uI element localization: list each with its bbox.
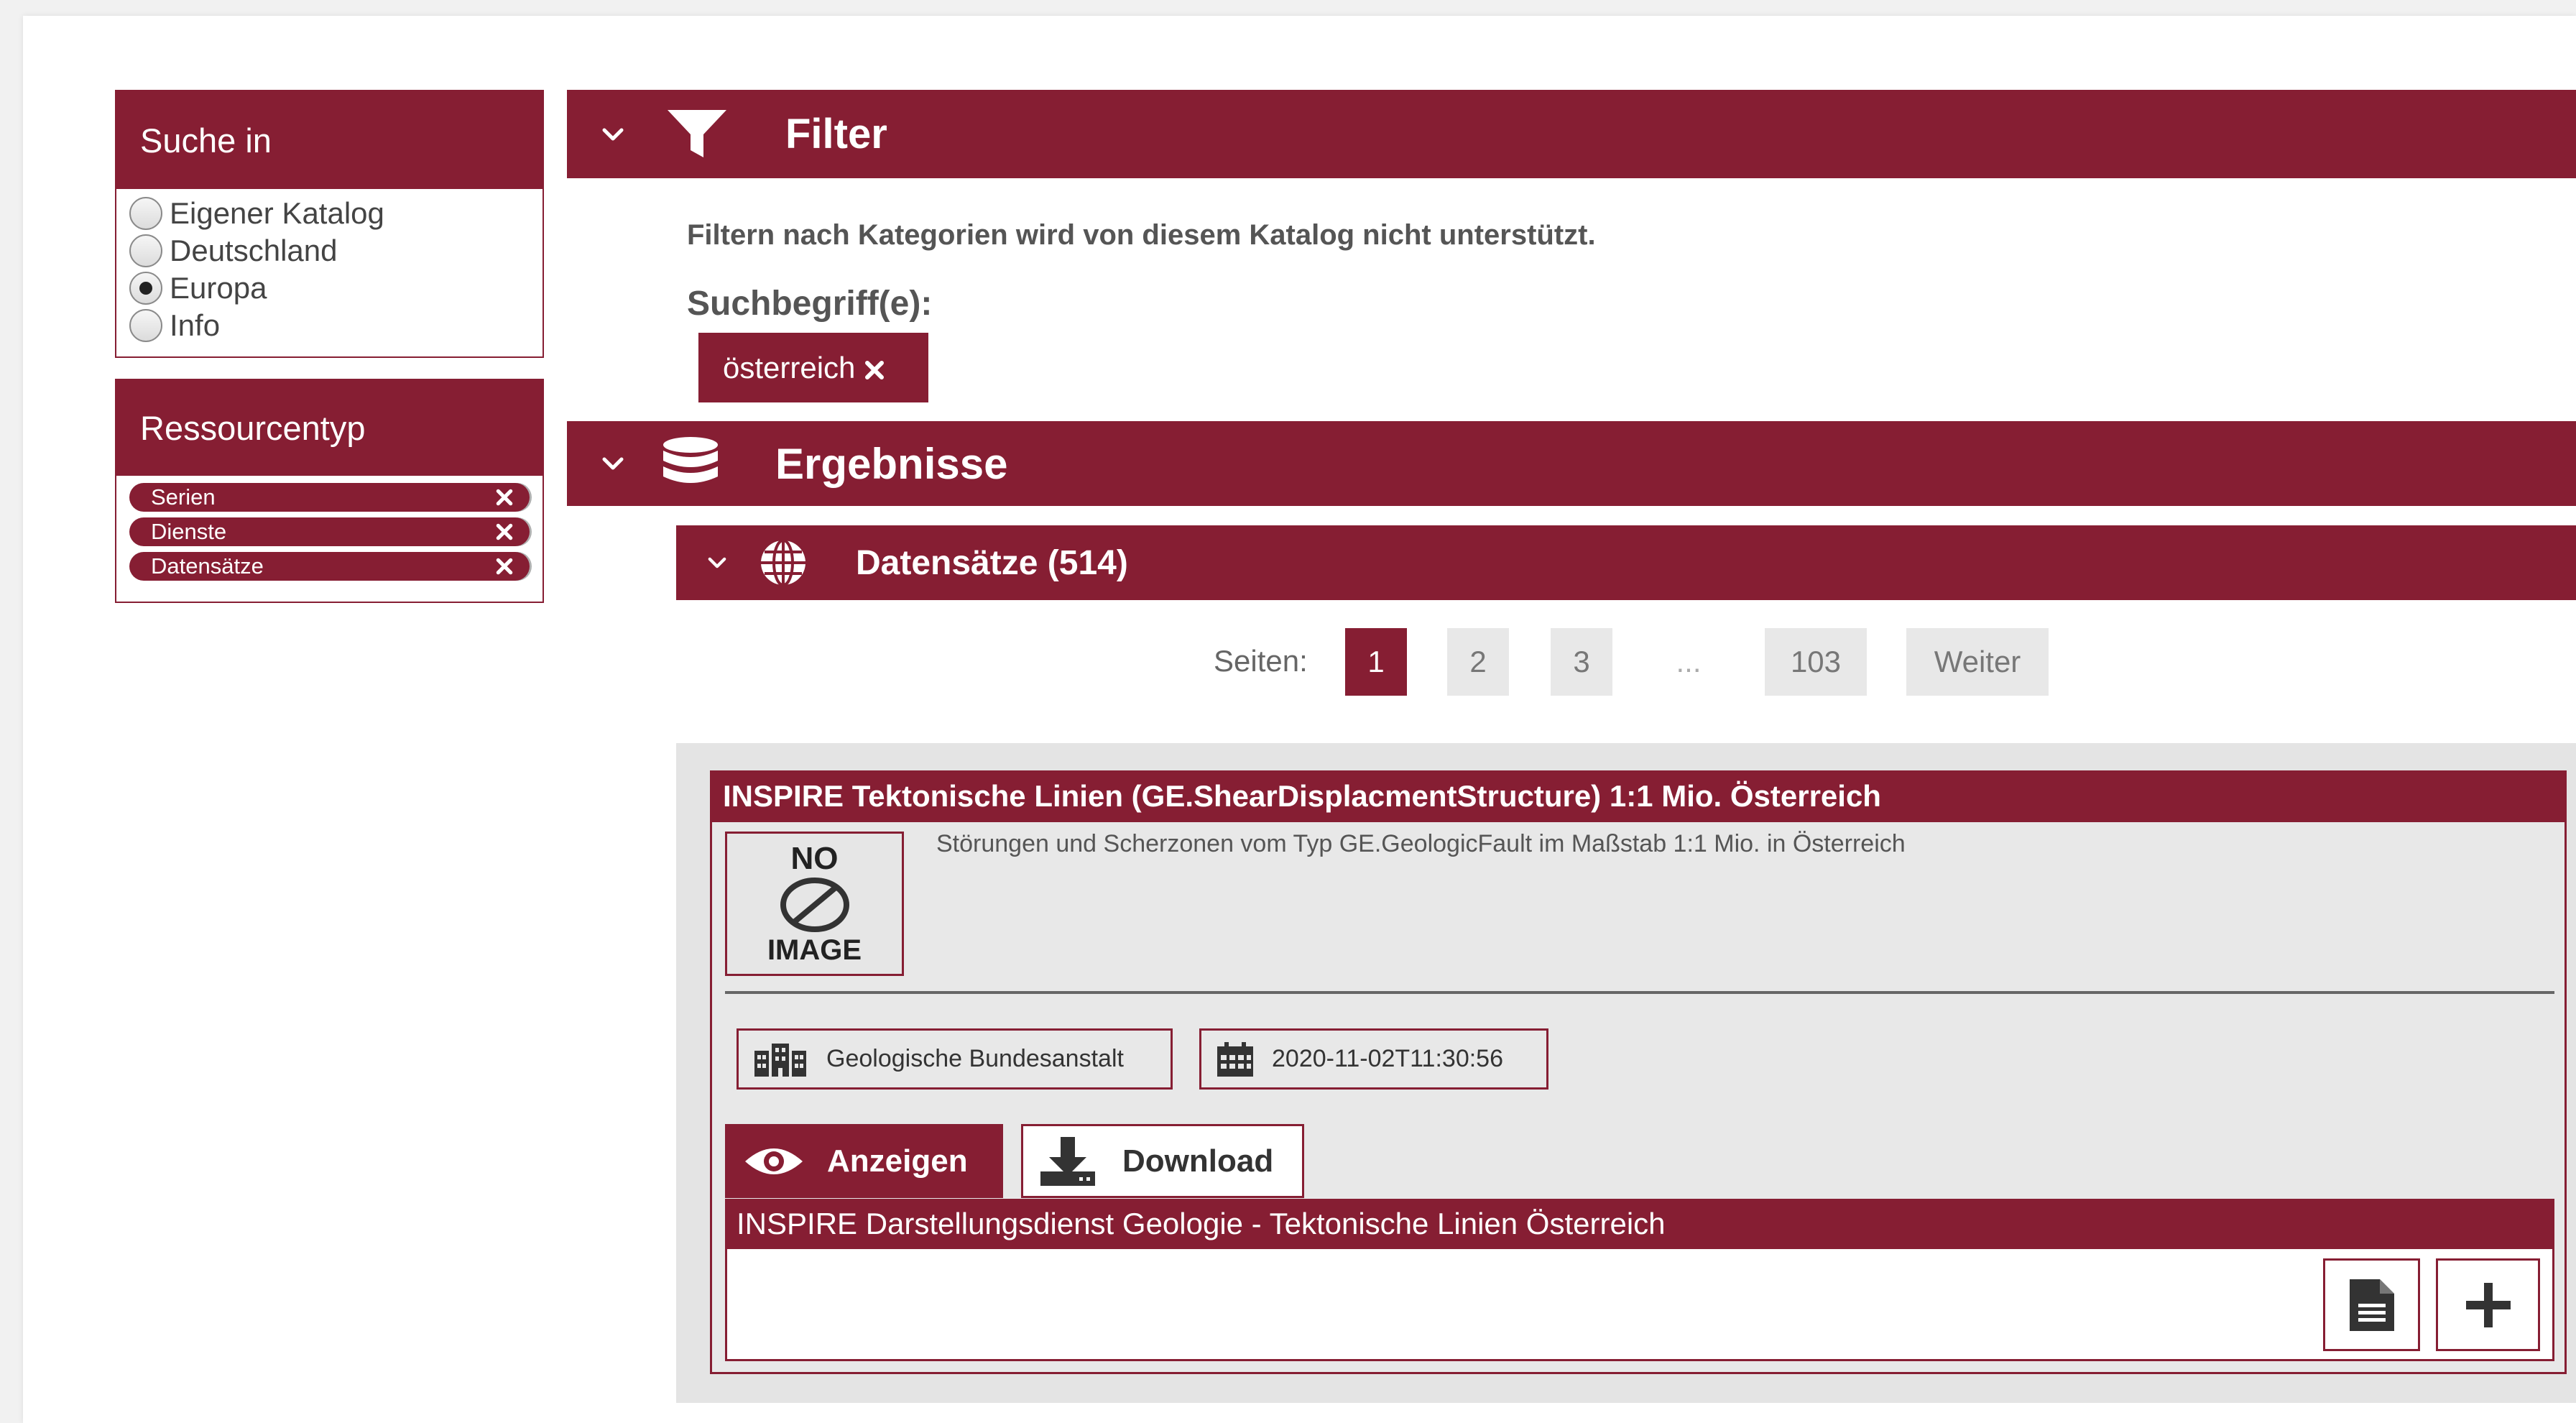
calendar-icon <box>1217 1041 1253 1077</box>
funnel-icon <box>668 109 726 157</box>
search-scope-option[interactable]: Europa <box>116 270 543 307</box>
filter-header[interactable]: Filter <box>567 90 2576 178</box>
search-scope-option[interactable]: Eigener Katalog <box>116 195 543 232</box>
resource-type-tag-label: Dienste <box>151 519 227 544</box>
service-panel <box>725 1249 2554 1361</box>
chevron-down-icon[interactable] <box>599 120 627 149</box>
record-description: Störungen und Scherzonen vom Typ GE.Geol… <box>936 830 1906 857</box>
radio-unselected[interactable] <box>129 234 162 267</box>
filter-title: Filter <box>785 111 887 157</box>
search-scope-option-label: Deutschland <box>170 234 338 267</box>
remove-tag-icon[interactable] <box>495 488 514 507</box>
page-button-2[interactable]: 2 <box>1447 628 1509 696</box>
pagination-label: Seiten: <box>1214 644 1308 678</box>
page-button-103[interactable]: 103 <box>1765 628 1867 696</box>
results-header[interactable]: Ergebnisse <box>567 421 2576 506</box>
search-term-text: österreich <box>723 350 856 384</box>
pagination-ellipsis: ... <box>1676 645 1702 678</box>
resource-type-tags: Serien Dienste Datensätze <box>116 476 543 581</box>
record-date: 2020-11-02T11:30:56 <box>1272 1045 1503 1072</box>
resource-type-tag[interactable]: Serien <box>129 483 530 512</box>
resource-type-tag[interactable]: Dienste <box>129 517 530 546</box>
close-icon[interactable] <box>864 359 885 381</box>
chevron-down-icon[interactable] <box>705 551 729 575</box>
resource-type-title: Ressourcentyp <box>140 409 366 447</box>
remove-tag-icon[interactable] <box>495 522 514 541</box>
radio-unselected[interactable] <box>129 309 162 342</box>
search-scope-title: Suche in <box>140 121 272 160</box>
page-button-3[interactable]: 3 <box>1551 628 1612 696</box>
service-title-bar[interactable]: INSPIRE Darstellungsdienst Geologie - Te… <box>725 1199 2554 1249</box>
eye-icon <box>745 1148 803 1174</box>
metadata-button[interactable] <box>2323 1258 2420 1351</box>
search-term-tag[interactable]: österreich <box>698 333 928 402</box>
search-scope-option[interactable]: Info <box>116 307 543 344</box>
resource-type-panel: Ressourcentyp Serien Dienste Datensätze <box>115 379 544 603</box>
remove-tag-icon[interactable] <box>495 557 514 576</box>
add-button[interactable] <box>2436 1258 2540 1351</box>
chevron-down-icon[interactable] <box>599 449 627 478</box>
resource-type-header: Ressourcentyp <box>116 380 543 476</box>
organization-name: Geologische Bundesanstalt <box>826 1045 1124 1072</box>
document-icon <box>2349 1279 2394 1331</box>
search-scope-panel: Suche in Eigener Katalog Deutschland Europ… <box>115 90 544 358</box>
radio-unselected[interactable] <box>129 197 162 230</box>
search-scope-options: Eigener Katalog Deutschland Europa Info <box>116 189 543 344</box>
result-card-title-bar[interactable]: INSPIRE Tektonische Linien (GE.ShearDisp… <box>710 770 2567 822</box>
radio-dot <box>139 282 152 295</box>
database-icon <box>663 437 718 483</box>
card-divider <box>725 991 2554 994</box>
datasets-header[interactable]: Datensätze (514) <box>676 525 2576 600</box>
datasets-title: Datensätze (514) <box>856 543 1128 582</box>
search-scope-option[interactable]: Deutschland <box>116 232 543 270</box>
thumbnail-text-top: NO <box>790 840 839 876</box>
record-title[interactable]: INSPIRE Tektonische Linien (GE.ShearDisp… <box>723 779 1881 814</box>
results-title: Ergebnisse <box>775 439 1008 488</box>
search-terms-label: Suchbegriff(e): <box>687 285 933 323</box>
date-badge: 2020-11-02T11:30:56 <box>1199 1028 1548 1090</box>
globe-icon <box>761 539 805 586</box>
download-icon <box>1040 1136 1095 1186</box>
next-page-button[interactable]: Weiter <box>1906 628 2049 696</box>
no-entry-icon <box>780 877 849 932</box>
resource-type-tag-label: Datensätze <box>151 553 264 579</box>
page-button-1[interactable]: 1 <box>1345 628 1407 696</box>
resource-type-tag[interactable]: Datensätze <box>129 552 530 581</box>
organization-badge: Geologische Bundesanstalt <box>737 1028 1173 1090</box>
search-scope-option-label: Europa <box>170 271 267 305</box>
radio-selected[interactable] <box>129 272 162 305</box>
thumbnail-text-bottom: IMAGE <box>767 934 862 966</box>
plus-icon <box>2465 1282 2511 1327</box>
service-title[interactable]: INSPIRE Darstellungsdienst Geologie - Te… <box>737 1207 1666 1241</box>
resource-type-tag-label: Serien <box>151 484 216 510</box>
search-scope-option-label: Info <box>170 308 221 342</box>
filter-note: Filtern nach Kategorien wird von diesem … <box>687 219 1596 251</box>
building-icon <box>754 1043 806 1077</box>
view-button[interactable]: Anzeigen <box>725 1124 1003 1198</box>
search-scope-option-label: Eigener Katalog <box>170 196 384 230</box>
download-button[interactable]: Download <box>1021 1124 1304 1198</box>
search-scope-header: Suche in <box>116 91 543 189</box>
no-image-thumbnail: NO IMAGE <box>725 832 904 976</box>
